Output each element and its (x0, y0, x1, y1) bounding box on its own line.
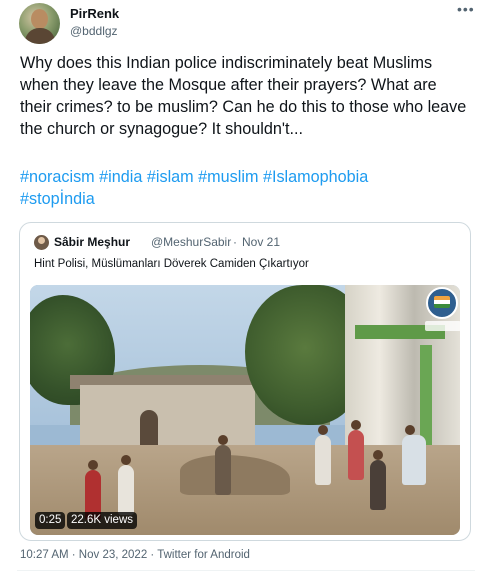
video-scene-door (140, 410, 158, 450)
video-scene-person (315, 425, 331, 485)
video-scene-person (118, 455, 134, 515)
hashtag-link[interactable]: #Islamophobia (263, 168, 368, 186)
hashtag-link[interactable]: #stopİndia (20, 190, 95, 208)
author-handle[interactable]: @bddlgz (70, 24, 118, 38)
hashtag-link[interactable]: #islam (147, 168, 194, 186)
tweet-text: Why does this Indian police indiscrimina… (20, 54, 467, 138)
video-scene-person (370, 450, 386, 510)
more-horizontal-icon[interactable]: ••• (457, 2, 475, 16)
quoted-author-name[interactable]: Sâbir Meşhur (54, 235, 130, 249)
quoted-author-avatar[interactable] (34, 235, 49, 250)
video-player[interactable]: 0:25 22.6K views (30, 285, 460, 535)
hashtag-link[interactable]: #india (99, 168, 142, 186)
video-scene-person (402, 425, 426, 485)
quoted-author-handle[interactable]: @MeshurSabir (151, 235, 231, 249)
channel-logo-caption (425, 321, 460, 331)
quoted-tweet-text: Hint Polisi, Müslümanları Döverek Camide… (34, 258, 309, 270)
author-avatar[interactable] (19, 3, 60, 44)
video-scene-person (348, 420, 364, 480)
tweet-timestamp[interactable]: 10:27 AM · Nov 23, 2022 · Twitter for An… (20, 549, 250, 561)
video-scene-building (80, 385, 255, 450)
divider (17, 570, 475, 571)
video-duration-badge: 0:25 (35, 512, 66, 529)
hashtag-link[interactable]: #noracism (20, 168, 95, 186)
video-scene-person (215, 435, 231, 495)
avatar-head (31, 9, 48, 29)
separator-dot: · (233, 235, 237, 249)
quoted-tweet-date[interactable]: Nov 21 (242, 235, 280, 249)
tweet-card: PirRenk @bddlgz ••• Why does this Indian… (0, 0, 485, 580)
hashtag-list: #noracism #india #islam #muslim #Islamop… (20, 166, 472, 210)
author-display-name[interactable]: PirRenk (70, 6, 119, 21)
quoted-tweet[interactable]: Sâbir Meşhur @MeshurSabir · Nov 21 Hint … (19, 222, 471, 541)
channel-logo-icon (426, 287, 458, 319)
hashtag-link[interactable]: #muslim (198, 168, 258, 186)
avatar-body (25, 28, 55, 44)
video-views-badge: 22.6K views (67, 512, 138, 529)
